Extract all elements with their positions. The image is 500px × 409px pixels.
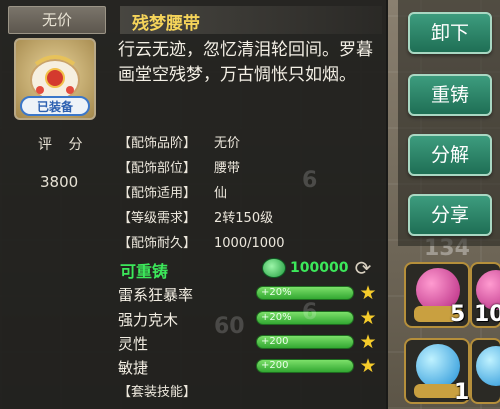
item-count: 1 xyxy=(454,380,470,405)
star-icon: ★ xyxy=(359,331,377,353)
inventory-slot[interactable]: 5 xyxy=(404,262,470,328)
share-button[interactable]: 分享 xyxy=(408,194,492,236)
attribute-row: 【配饰适用】 仙 xyxy=(118,182,227,201)
attribute-row: 【配饰品阶】 无价 xyxy=(118,132,240,151)
stat-bar: +200 xyxy=(256,359,354,373)
recast-button[interactable]: 重铸 xyxy=(408,74,492,116)
score-value: 3800 xyxy=(40,173,79,191)
attribute-value: 无价 xyxy=(214,136,241,151)
inventory-slot[interactable]: 10 xyxy=(470,262,500,328)
background-number: 6 xyxy=(302,300,318,325)
stat-name: 雷系狂暴率 xyxy=(118,286,194,304)
attribute-value: 仙 xyxy=(214,186,228,201)
unequip-button[interactable]: 卸下 xyxy=(408,12,492,54)
attribute-row: 【配饰部位】 腰带 xyxy=(118,157,240,176)
blue-orb-icon xyxy=(476,346,500,386)
item-tooltip-panel: 无价 残梦腰带 已装备 评 分 3800 行云无迹，忽忆清泪轮回间。罗暮画堂空残… xyxy=(0,0,388,409)
score-label: 评 分 xyxy=(38,137,89,153)
attribute-value: 1000/1000 xyxy=(214,236,285,251)
item-count: 10 xyxy=(474,302,500,327)
star-icon: ★ xyxy=(359,355,377,377)
attribute-row: 【等级需求】 2转150级 xyxy=(118,207,273,226)
item-count: 5 xyxy=(450,302,466,327)
attribute-key: 【配饰品阶】 xyxy=(118,136,197,151)
background-number: 6 xyxy=(302,168,318,193)
star-icon: ★ xyxy=(359,282,377,304)
jade-currency-icon xyxy=(262,258,286,278)
stat-bar: +200 xyxy=(256,335,354,349)
recast-cost: 100000 xyxy=(290,260,349,276)
inventory-slot[interactable] xyxy=(470,338,500,404)
decompose-button[interactable]: 分解 xyxy=(408,134,492,176)
attribute-value: 2转150级 xyxy=(214,211,274,226)
attribute-row: 【配饰耐久】 1000/1000 xyxy=(118,232,285,251)
item-name: 残梦腰带 xyxy=(132,14,200,34)
stat-name: 敏捷 xyxy=(118,359,149,377)
set-skill-label: 【套装技能】 xyxy=(118,385,197,400)
stat-bonus: +20% xyxy=(261,312,292,323)
attribute-value: 腰带 xyxy=(214,161,241,176)
inventory-slot[interactable]: 1 xyxy=(404,338,470,405)
equipped-tag: 已装备 xyxy=(20,96,90,116)
stat-bonus: +200 xyxy=(261,336,289,347)
stat-bonus: +200 xyxy=(261,360,289,371)
stat-bar: +20% xyxy=(256,286,354,300)
item-rank-badge: 无价 xyxy=(8,6,106,34)
stat-name: 灵性 xyxy=(118,335,149,353)
item-description: 行云无迹，忽忆清泪轮回间。罗暮画堂空残梦，万古惆怅只如烟。 xyxy=(118,40,373,85)
recastable-label: 可重铸 xyxy=(120,262,169,281)
star-icon: ★ xyxy=(359,307,377,329)
title-bar: 残梦腰带 xyxy=(120,6,382,34)
background-number: 60 xyxy=(214,314,245,339)
stat-name: 强力克木 xyxy=(118,311,179,329)
refresh-icon[interactable]: ⟳ xyxy=(350,257,376,279)
attribute-key: 【配饰部位】 xyxy=(118,161,197,176)
stat-bonus: +20% xyxy=(261,287,292,298)
attribute-key: 【配饰适用】 xyxy=(118,186,197,201)
attribute-key: 【等级需求】 xyxy=(118,211,197,226)
attribute-key: 【配饰耐久】 xyxy=(118,236,197,251)
